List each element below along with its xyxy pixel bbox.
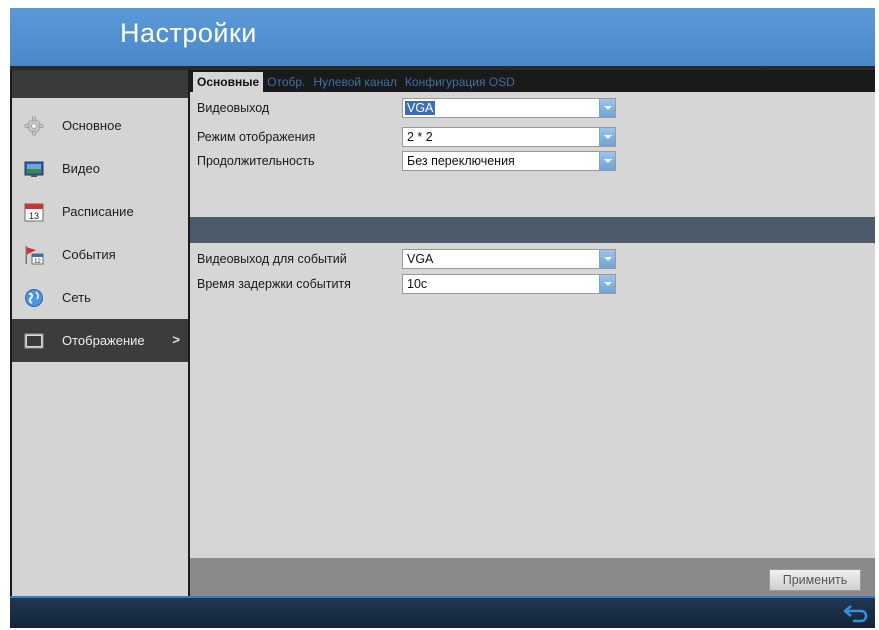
chevron-down-icon[interactable] — [599, 128, 615, 146]
form-row-event-video-out: Видеовыход для событий — [197, 248, 402, 270]
sidebar-top-bar — [12, 70, 188, 98]
sidebar: Основное Видео 13 Расписание 12 События … — [12, 70, 188, 596]
calendar-icon: 13 — [24, 202, 44, 222]
event-video-out-label: Видеовыход для событий — [197, 252, 347, 266]
sidebar-item-network[interactable]: Сеть — [12, 276, 188, 319]
chevron-down-icon[interactable] — [599, 250, 615, 268]
page-title: Настройки — [120, 18, 257, 48]
svg-text:13: 13 — [29, 211, 39, 221]
event-delay-value: 10с — [407, 277, 428, 291]
form-row-display-mode: Режим отображения — [197, 126, 402, 148]
tab-zero-channel[interactable]: Нулевой канал — [309, 72, 401, 92]
sidebar-item-events[interactable]: 12 События — [12, 233, 188, 276]
duration-select[interactable]: Без переключения — [402, 151, 616, 171]
video-icon — [24, 159, 44, 179]
display-mode-select[interactable]: 2 * 2 — [402, 127, 616, 147]
globe-icon — [24, 288, 44, 308]
sidebar-item-label: Видео — [62, 161, 100, 176]
form-row-video-out: Видеовыход — [197, 97, 402, 119]
section-divider — [190, 217, 875, 243]
tab-osd-config[interactable]: Конфигурация OSD — [401, 72, 519, 92]
back-arrow-icon[interactable] — [843, 602, 869, 624]
tab-display[interactable]: Отобр. — [263, 72, 309, 92]
display-mode-value: 2 * 2 — [407, 130, 433, 144]
display-mode-label: Режим отображения — [197, 130, 316, 144]
bottom-bar — [10, 596, 875, 628]
form-row-event-delay: Время задержки событитя — [197, 273, 402, 295]
monitor-icon — [24, 331, 44, 351]
sidebar-item-label: События — [62, 247, 116, 262]
header-bar: Настройки — [10, 8, 875, 66]
duration-value: Без переключения — [407, 154, 515, 168]
sidebar-item-label: Сеть — [62, 290, 91, 305]
form-row-duration: Продолжительность — [197, 150, 402, 172]
video-out-select[interactable]: VGA — [402, 98, 616, 118]
chevron-right-icon: > — [172, 332, 180, 347]
video-out-label: Видеовыход — [197, 101, 270, 115]
main-panel: Основные Отобр. Нулевой канал Конфигурац… — [190, 70, 875, 596]
apply-button[interactable]: Применить — [769, 569, 861, 591]
tab-general[interactable]: Основные — [193, 72, 264, 92]
svg-text:12: 12 — [34, 259, 41, 265]
sidebar-item-video[interactable]: Видео — [12, 147, 188, 190]
settings-window: Настройки Основное Видео 13 Расписание 1… — [10, 8, 875, 628]
event-delay-label: Время задержки событитя — [197, 277, 351, 291]
events-icon: 12 — [24, 245, 44, 265]
gear-icon — [24, 116, 44, 136]
action-bar: Применить — [190, 558, 875, 596]
video-out-value: VGA — [405, 101, 436, 115]
event-delay-select[interactable]: 10с — [402, 274, 616, 294]
sidebar-item-label: Расписание — [62, 204, 134, 219]
event-video-out-select[interactable]: VGA — [402, 249, 616, 269]
event-video-out-value: VGA — [407, 252, 434, 266]
tab-bar: Основные Отобр. Нулевой канал Конфигурац… — [190, 70, 875, 92]
sidebar-item-label: Основное — [62, 118, 122, 133]
sidebar-item-general[interactable]: Основное — [12, 104, 188, 147]
chevron-down-icon[interactable] — [599, 99, 615, 117]
sidebar-nav: Основное Видео 13 Расписание 12 События … — [12, 104, 188, 362]
sidebar-item-schedule[interactable]: 13 Расписание — [12, 190, 188, 233]
chevron-down-icon[interactable] — [599, 275, 615, 293]
chevron-down-icon[interactable] — [599, 152, 615, 170]
sidebar-item-label: Отображение — [62, 333, 145, 348]
duration-label: Продолжительность — [197, 154, 315, 168]
sidebar-item-display[interactable]: Отображение > — [12, 319, 188, 362]
